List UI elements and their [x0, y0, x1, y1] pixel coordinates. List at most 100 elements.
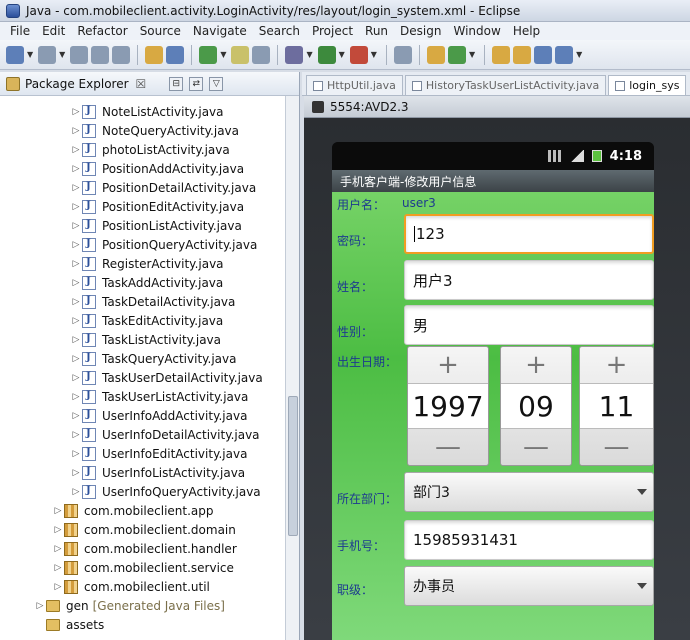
phone-field[interactable]: 15985931431 — [404, 520, 654, 560]
run-icon[interactable] — [317, 45, 336, 64]
menu-search[interactable]: Search — [253, 24, 306, 38]
open-type-icon[interactable] — [492, 45, 511, 64]
month-increment-button[interactable]: + — [501, 347, 571, 383]
tree-item-java-file[interactable]: ▷ TaskUserDetailActivity.java — [0, 368, 286, 387]
expand-arrow-icon[interactable]: ▷ — [70, 183, 82, 193]
month-decrement-button[interactable]: — — [501, 429, 571, 465]
tree-item-java-file[interactable]: ▷ NoteListActivity.java — [0, 102, 286, 121]
tree-item-package[interactable]: ▷ com.mobileclient.service — [0, 558, 286, 577]
name-field[interactable]: 用户3 — [404, 260, 654, 300]
menu-run[interactable]: Run — [359, 24, 394, 38]
expand-arrow-icon[interactable]: ▷ — [70, 126, 82, 136]
expand-arrow-icon[interactable]: ▷ — [52, 544, 64, 554]
tab-history-task-user-list[interactable]: HistoryTaskUserListActivity.java — [404, 75, 607, 95]
tree-item-java-file[interactable]: ▷ UserInfoEditActivity.java — [0, 444, 286, 463]
expand-arrow-icon[interactable]: ▷ — [52, 506, 64, 516]
chevron-down-icon[interactable]: ▼ — [306, 50, 312, 59]
expand-arrow-icon[interactable]: ▷ — [70, 259, 82, 269]
tree-item-java-file[interactable]: ▷ TaskAddActivity.java — [0, 273, 286, 292]
new-icon[interactable] — [6, 45, 24, 64]
password-field[interactable]: 123 — [404, 214, 654, 254]
day-value[interactable]: 11 — [580, 383, 653, 429]
collapse-all-icon[interactable]: ⊟ — [169, 76, 184, 91]
new-java-class-icon[interactable] — [426, 45, 445, 64]
department-select[interactable]: 部门3 — [404, 472, 654, 512]
tree-item-package[interactable]: ▷ com.mobileclient.handler — [0, 539, 286, 558]
tree-item-assets-folder[interactable]: assets — [0, 615, 286, 634]
chevron-down-icon[interactable]: ▼ — [220, 50, 226, 59]
tree-item-package[interactable]: ▷ com.mobileclient.util — [0, 577, 286, 596]
year-decrement-button[interactable]: — — [408, 429, 488, 465]
tree-item-java-file[interactable]: ▷ TaskDetailActivity.java — [0, 292, 286, 311]
avd-manager-icon[interactable] — [252, 45, 271, 64]
expand-arrow-icon[interactable]: ▷ — [70, 430, 82, 440]
tree-item-java-file[interactable]: ▷ TaskUserListActivity.java — [0, 387, 286, 406]
expand-arrow-icon[interactable]: ▷ — [70, 316, 82, 326]
menu-edit[interactable]: Edit — [36, 24, 71, 38]
export-icon[interactable] — [166, 45, 185, 64]
expand-arrow-icon[interactable]: ▷ — [70, 468, 82, 478]
expand-arrow-icon[interactable]: ▷ — [52, 563, 64, 573]
annotation-icon[interactable] — [555, 45, 574, 64]
close-icon[interactable]: ☒ — [136, 77, 147, 91]
menu-window[interactable]: Window — [447, 24, 506, 38]
chevron-down-icon[interactable]: ▼ — [27, 50, 33, 59]
android-sdk-icon[interactable] — [231, 45, 250, 64]
tree-item-java-file[interactable]: ▷ UserInfoListActivity.java — [0, 463, 286, 482]
expand-arrow-icon[interactable]: ▷ — [52, 525, 64, 535]
tree-item-java-file[interactable]: ▷ PositionAddActivity.java — [0, 159, 286, 178]
expand-arrow-icon[interactable]: ▷ — [70, 373, 82, 383]
tree-item-package[interactable]: ▷ com.mobileclient.app — [0, 501, 286, 520]
search-icon[interactable] — [534, 45, 553, 64]
chevron-down-icon[interactable]: ▼ — [59, 50, 65, 59]
link-editor-icon[interactable]: ⇄ — [189, 76, 204, 91]
tree-item-java-file[interactable]: ▷ photoListActivity.java — [0, 140, 286, 159]
month-value[interactable]: 09 — [501, 383, 571, 429]
menu-refactor[interactable]: Refactor — [71, 24, 133, 38]
external-tools-icon[interactable] — [349, 45, 368, 64]
day-increment-button[interactable]: + — [580, 347, 653, 383]
tree-item-java-file[interactable]: ▷ PositionEditActivity.java — [0, 197, 286, 216]
tree-item-java-file[interactable]: ▷ TaskListActivity.java — [0, 330, 286, 349]
expand-arrow-icon[interactable]: ▷ — [70, 240, 82, 250]
expand-arrow-icon[interactable]: ▷ — [70, 335, 82, 345]
open-task-icon[interactable] — [513, 45, 532, 64]
chevron-down-icon[interactable]: ▼ — [469, 50, 475, 59]
expand-arrow-icon[interactable]: ▷ — [70, 202, 82, 212]
tree-item-gen-folder[interactable]: ▷ gen [Generated Java Files] — [0, 596, 286, 615]
tree-item-java-file[interactable]: ▷ TaskEditActivity.java — [0, 311, 286, 330]
tab-login-system-xml[interactable]: login_sys — [608, 75, 687, 95]
tree-item-java-file[interactable]: ▷ UserInfoQueryActivity.java — [0, 482, 286, 501]
expand-arrow-icon[interactable]: ▷ — [70, 449, 82, 459]
expand-arrow-icon[interactable]: ▷ — [70, 221, 82, 231]
menu-file[interactable]: File — [4, 24, 36, 38]
view-menu-icon[interactable]: ▽ — [209, 76, 224, 91]
year-increment-button[interactable]: + — [408, 347, 488, 383]
tree-item-java-file[interactable]: ▷ UserInfoAddActivity.java — [0, 406, 286, 425]
menu-design[interactable]: Design — [394, 24, 447, 38]
chevron-down-icon[interactable]: ▼ — [339, 50, 345, 59]
day-decrement-button[interactable]: — — [580, 429, 653, 465]
tree-item-java-file[interactable]: ▷ TaskQueryActivity.java — [0, 349, 286, 368]
tree-item-java-file[interactable]: ▷ PositionDetailActivity.java — [0, 178, 286, 197]
menu-navigate[interactable]: Navigate — [187, 24, 253, 38]
tree-item-java-file[interactable]: ▷ UserInfoDetailActivity.java — [0, 425, 286, 444]
expand-arrow-icon[interactable]: ▷ — [70, 354, 82, 364]
expand-arrow-icon[interactable]: ▷ — [70, 392, 82, 402]
expand-arrow-icon[interactable]: ▷ — [70, 411, 82, 421]
expand-arrow-icon[interactable]: ▷ — [70, 487, 82, 497]
chevron-down-icon[interactable]: ▼ — [576, 50, 582, 59]
expand-arrow-icon[interactable]: ▷ — [70, 297, 82, 307]
expand-arrow-icon[interactable]: ▷ — [52, 582, 64, 592]
menu-source[interactable]: Source — [134, 24, 187, 38]
expand-arrow-icon[interactable]: ▷ — [70, 278, 82, 288]
print-icon[interactable] — [112, 45, 131, 64]
menu-help[interactable]: Help — [507, 24, 546, 38]
tree-item-package[interactable]: ▷ com.mobileclient.domain — [0, 520, 286, 539]
year-value[interactable]: 1997 — [408, 383, 488, 429]
import-icon[interactable] — [145, 45, 164, 64]
pen-icon[interactable] — [393, 45, 412, 64]
expand-arrow-icon[interactable]: ▷ — [70, 107, 82, 117]
tree-item-java-file[interactable]: ▷ PositionQueryActivity.java — [0, 235, 286, 254]
new-type-icon[interactable] — [38, 45, 57, 64]
